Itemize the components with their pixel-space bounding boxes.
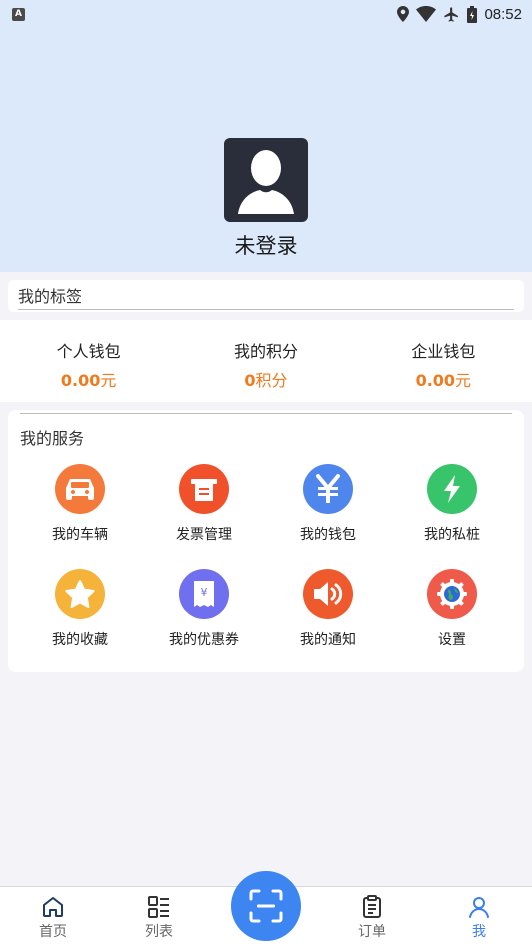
service-label: 我的车辆 (52, 527, 108, 543)
wallet-enterprise[interactable]: 企业钱包 0.00元 (355, 320, 532, 402)
wallet-value: 0.00元 (416, 367, 472, 391)
service-my-vehicle[interactable]: 我的车辆 (18, 464, 142, 544)
wallet-label: 企业钱包 (411, 342, 476, 361)
user-silhouette-icon (238, 150, 294, 214)
tags-title: 我的标签 (18, 287, 83, 306)
scan-button[interactable] (231, 871, 301, 941)
service-notifications[interactable]: 我的通知 (266, 569, 390, 649)
nav-me[interactable]: 我 (444, 895, 514, 941)
home-icon (43, 897, 63, 917)
user-icon (469, 897, 489, 918)
nav-label: 列表 (145, 924, 173, 940)
avatar[interactable] (224, 138, 308, 222)
nav-label: 订单 (358, 924, 386, 940)
invoice-icon (179, 464, 229, 514)
service-my-wallet[interactable]: 我的钱包 (266, 464, 390, 544)
order-icon (363, 895, 381, 918)
gear-icon (427, 569, 477, 619)
wallet-label: 我的积分 (233, 342, 298, 361)
service-coupons[interactable]: ¥ 我的优惠券 (142, 569, 266, 649)
services-card: 我的服务 我的车辆 发票管理 我的钱包 我的私桩 我的收藏 ¥ 我的优惠券 我的… (8, 410, 524, 672)
service-invoice[interactable]: 发票管理 (142, 464, 266, 544)
nav-label: 首页 (39, 924, 67, 940)
wallet-amount: 0 (244, 371, 256, 390)
list-icon (148, 896, 169, 918)
service-private-charger[interactable]: 我的私桩 (390, 464, 514, 544)
lightning-icon (427, 464, 477, 514)
location-icon (397, 6, 410, 22)
wallet-value: 0积分 (244, 367, 287, 391)
coupon-icon: ¥ (179, 569, 229, 619)
wallet-row: 个人钱包 0.00元 我的积分 0积分 企业钱包 0.00元 (0, 320, 532, 402)
wifi-icon (416, 6, 437, 22)
service-label: 发票管理 (176, 527, 232, 543)
wallet-label: 个人钱包 (56, 342, 121, 361)
service-settings[interactable]: 设置 (390, 569, 514, 649)
divider (18, 309, 514, 310)
services-title: 我的服务 (20, 429, 85, 448)
wallet-amount: 0.00 (60, 371, 101, 390)
service-label: 我的私桩 (424, 527, 480, 543)
service-label: 我的通知 (300, 632, 356, 648)
clock: 08:52 (484, 5, 522, 23)
battery-icon (467, 5, 478, 23)
nav-orders[interactable]: 订单 (337, 895, 407, 941)
speaker-icon (303, 569, 353, 619)
service-label: 我的优惠券 (169, 632, 239, 648)
nav-label: 我 (472, 924, 486, 940)
nav-list[interactable]: 列表 (124, 895, 194, 941)
airplane-icon (444, 6, 459, 22)
service-label: 我的钱包 (300, 527, 356, 543)
wallet-personal[interactable]: 个人钱包 0.00元 (0, 320, 177, 402)
notification-a-icon: A (12, 7, 25, 21)
service-favorites[interactable]: 我的收藏 (18, 569, 142, 649)
status-bar: A 08:52 (0, 0, 532, 28)
service-label: 设置 (438, 632, 466, 648)
car-icon (55, 464, 105, 514)
service-label: 我的收藏 (52, 632, 108, 648)
wallet-amount: 0.00 (415, 371, 456, 390)
yen-icon (303, 464, 353, 514)
wallet-unit: 积分 (255, 371, 288, 390)
star-icon (55, 569, 105, 619)
svg-text:¥: ¥ (201, 586, 208, 599)
wallet-unit: 元 (455, 371, 472, 390)
tags-card[interactable]: 我的标签 (8, 280, 524, 312)
wallet-points[interactable]: 我的积分 0积分 (177, 320, 354, 402)
divider (20, 413, 512, 414)
wallet-unit: 元 (100, 371, 117, 390)
wallet-value: 0.00元 (61, 367, 117, 391)
nav-home[interactable]: 首页 (18, 895, 88, 941)
login-status-text[interactable]: 未登录 (0, 230, 532, 260)
scan-icon (249, 889, 283, 923)
